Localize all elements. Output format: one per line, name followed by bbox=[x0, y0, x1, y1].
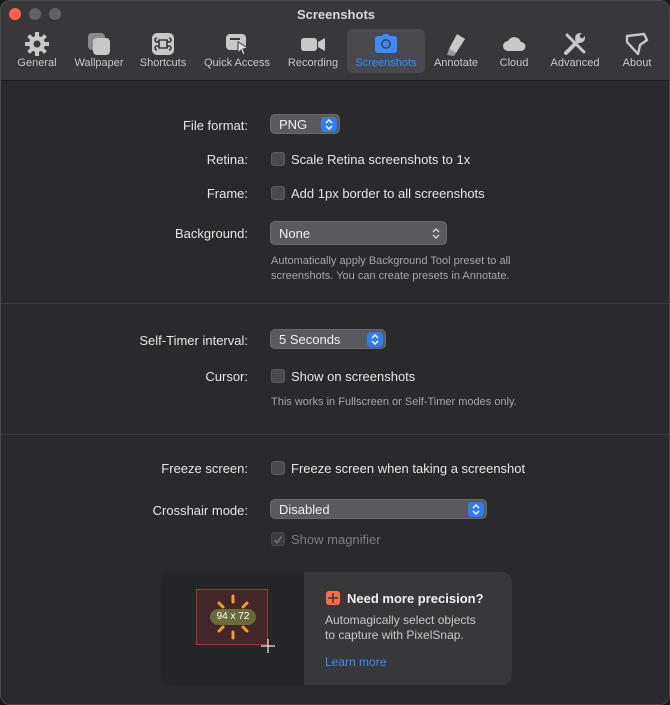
promo-text-line-1: Automagically select objects bbox=[325, 613, 476, 627]
tab-general[interactable]: General bbox=[11, 29, 63, 73]
retina-label: Retina: bbox=[206, 152, 248, 167]
tab-recording-label: Recording bbox=[287, 57, 339, 69]
tab-screenshots-label: Screenshots bbox=[355, 57, 417, 69]
self-timer-select[interactable]: 5 Seconds bbox=[270, 329, 386, 349]
cursor-window-icon bbox=[226, 34, 250, 56]
tab-recording[interactable]: Recording bbox=[282, 29, 344, 73]
tab-screenshots[interactable]: Screenshots bbox=[347, 29, 425, 73]
cloud-icon bbox=[503, 37, 526, 51]
background-help-line-2: screenshots. You can create presets in A… bbox=[271, 270, 510, 282]
tab-shortcuts[interactable]: Shortcuts bbox=[135, 29, 191, 73]
freeze-screen-checkbox-label[interactable]: Freeze screen when taking a screenshot bbox=[291, 461, 525, 476]
background-value: None bbox=[279, 226, 311, 241]
video-camera-icon bbox=[301, 38, 325, 51]
background-label: Background: bbox=[175, 226, 248, 241]
file-format-value: PNG bbox=[279, 117, 308, 132]
preferences-window: Screenshots General Wallpaper Shortcuts … bbox=[0, 0, 670, 705]
selection-box: 94 x 72 bbox=[196, 589, 268, 645]
promo-description: Automagically select objects to capture … bbox=[325, 613, 500, 643]
promo-title: Need more precision? bbox=[347, 591, 484, 606]
tab-annotate-label: Annotate bbox=[433, 57, 479, 69]
tab-quick-access[interactable]: Quick Access bbox=[198, 29, 276, 73]
frame-label: Frame: bbox=[206, 186, 248, 201]
self-timer-value: 5 Seconds bbox=[279, 332, 341, 347]
toolbar: Screenshots General Wallpaper Shortcuts … bbox=[1, 1, 669, 81]
tab-wallpaper[interactable]: Wallpaper bbox=[68, 29, 130, 73]
tab-about[interactable]: About bbox=[615, 29, 659, 73]
command-key-icon bbox=[152, 33, 174, 55]
tab-shortcuts-label: Shortcuts bbox=[139, 57, 187, 69]
section-divider bbox=[1, 303, 669, 304]
info-icon bbox=[625, 32, 649, 56]
cursor-label: Cursor: bbox=[205, 369, 248, 384]
tab-advanced[interactable]: Advanced bbox=[544, 29, 606, 73]
pixelsnap-promo-card: 94 x 72 Need more precision? Automagical… bbox=[161, 572, 512, 685]
camera-icon bbox=[375, 34, 397, 53]
chevron-updown-icon bbox=[468, 502, 484, 517]
tab-advanced-label: Advanced bbox=[550, 57, 600, 69]
size-badge: 94 x 72 bbox=[210, 609, 256, 625]
crosshair-mode-select[interactable]: Disabled bbox=[270, 499, 487, 519]
tools-icon bbox=[564, 33, 586, 55]
tab-general-label: General bbox=[17, 57, 57, 69]
promo-preview: 94 x 72 bbox=[161, 572, 304, 685]
background-help-line-1: Automatically apply Background Tool pres… bbox=[271, 255, 511, 267]
crosshair-mode-value: Disabled bbox=[279, 502, 330, 517]
section-divider bbox=[1, 434, 669, 435]
self-timer-label: Self-Timer interval: bbox=[139, 333, 248, 348]
file-format-select[interactable]: PNG bbox=[270, 114, 340, 134]
chevron-updown-icon bbox=[432, 227, 440, 240]
tab-wallpaper-label: Wallpaper bbox=[74, 57, 124, 69]
tab-cloud-label: Cloud bbox=[499, 57, 529, 69]
cursor-checkbox-label[interactable]: Show on screenshots bbox=[291, 369, 415, 384]
learn-more-link[interactable]: Learn more bbox=[325, 655, 386, 669]
background-help-text: Automatically apply Background Tool pres… bbox=[271, 254, 511, 284]
freeze-screen-checkbox[interactable] bbox=[271, 461, 285, 475]
chevron-updown-icon bbox=[367, 332, 383, 347]
tab-annotate[interactable]: Annotate bbox=[429, 29, 483, 73]
cursor-help-text: This works in Fullscreen or Self-Timer m… bbox=[271, 396, 517, 408]
background-select[interactable]: None bbox=[270, 221, 447, 245]
chevron-updown-icon bbox=[321, 117, 337, 132]
cursor-checkbox[interactable] bbox=[271, 369, 285, 383]
frame-checkbox-label[interactable]: Add 1px border to all screenshots bbox=[291, 186, 485, 201]
show-magnifier-label[interactable]: Show magnifier bbox=[291, 532, 381, 547]
promo-text-line-2: to capture with PixelSnap. bbox=[325, 628, 464, 642]
retina-checkbox-label[interactable]: Scale Retina screenshots to 1x bbox=[291, 152, 470, 167]
freeze-screen-label: Freeze screen: bbox=[161, 461, 248, 476]
screenshots-settings-panel: File format: PNG Retina: Scale Retina sc… bbox=[1, 81, 669, 704]
highlighter-icon bbox=[447, 34, 465, 56]
tab-about-label: About bbox=[622, 57, 652, 69]
file-format-label: File format: bbox=[182, 118, 248, 133]
tab-cloud[interactable]: Cloud bbox=[492, 29, 536, 73]
tab-quick-access-label: Quick Access bbox=[203, 57, 271, 69]
crosshair-icon bbox=[261, 639, 275, 653]
frame-checkbox[interactable] bbox=[271, 186, 285, 200]
show-magnifier-checkbox[interactable] bbox=[271, 532, 285, 546]
checkmark-icon bbox=[274, 536, 283, 544]
window-title: Screenshots bbox=[296, 7, 376, 22]
gear-icon bbox=[25, 32, 49, 56]
crosshair-mode-label: Crosshair mode: bbox=[152, 503, 248, 518]
wallpaper-icon bbox=[88, 33, 110, 55]
pixelsnap-icon bbox=[326, 591, 340, 605]
retina-checkbox[interactable] bbox=[271, 152, 285, 166]
